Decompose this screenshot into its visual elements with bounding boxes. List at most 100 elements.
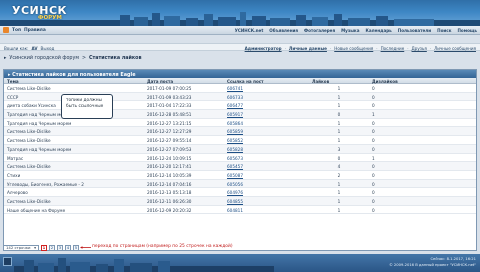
page-2[interactable]: 2	[49, 244, 55, 251]
row-topic[interactable]: Система Like-Dislike	[4, 197, 144, 205]
breadcrumb-arrow-icon: ▸	[4, 56, 7, 61]
logo-sub-text: ФОРУМ	[38, 15, 62, 21]
table-row: Система Like-Dislike 2016-12-20 12:17:41 6…	[4, 162, 476, 171]
nav-left: Топ Правила	[3, 27, 46, 33]
nav-link-rules[interactable]: Правила	[24, 28, 46, 33]
row-post-link[interactable]: 604855	[227, 199, 243, 204]
recent-link[interactable]: Последние	[381, 46, 405, 51]
row-topic[interactable]: Система Like-Dislike	[4, 136, 144, 144]
rss-icon[interactable]	[3, 27, 9, 33]
row-post-link[interactable]: 606741	[227, 86, 243, 91]
breadcrumb-separator: >	[81, 56, 86, 61]
row-date: 2016-12-28 05:48:51	[147, 112, 192, 118]
row-likes: 1	[337, 198, 341, 204]
breadcrumb-forum[interactable]: Усинский городской форум	[9, 56, 79, 61]
row-topic[interactable]: Трагедия над Черным морем	[4, 119, 144, 127]
new-posts-link[interactable]: Новые сообщения	[334, 46, 373, 51]
greeting-label: Вошли как:	[4, 45, 29, 51]
panel-title-text: Статистика лайков для пользователя Eagle	[12, 71, 136, 78]
row-topic[interactable]: Алчерово	[4, 188, 144, 196]
col-date: Дата поста	[147, 79, 174, 84]
row-post-link[interactable]: 605457	[227, 164, 243, 169]
breadcrumb-current: Статистика лайков	[88, 56, 142, 61]
row-dislikes: 1	[372, 112, 375, 118]
row-topic[interactable]: Система Like-Dislike	[4, 162, 144, 170]
row-topic[interactable]: Система Like-Dislike	[4, 127, 144, 135]
profile-link[interactable]: Личные данные	[289, 46, 327, 51]
top-nav: Топ Правила УСИНСК.net Объявления Фотога…	[0, 26, 480, 35]
row-post-link[interactable]: 605673	[227, 156, 243, 161]
panel-title: ▸ Статистика лайков для пользователя Eag…	[4, 70, 476, 78]
row-date: 2016-12-11 06:26:30	[147, 198, 192, 204]
col-dislikes: Дизлайков	[372, 79, 398, 84]
annotation-arrow-icon	[80, 246, 91, 249]
row-post-link[interactable]: 605917	[227, 112, 243, 117]
row-post-link[interactable]: 605864	[227, 121, 243, 126]
nav-link-usinsk[interactable]: УСИНСК.net	[235, 28, 264, 33]
row-date: 2016-12-20 12:17:41	[147, 164, 192, 170]
row-post-link[interactable]: 606477	[227, 103, 243, 108]
admin-link[interactable]: Администратор	[245, 46, 282, 51]
table-row: Углеводы, Биогенез, Рожаемые - 2 2016-12-…	[4, 179, 476, 189]
row-dislikes: 0	[372, 146, 375, 152]
row-date: 2017-01-04 17:22:33	[147, 103, 192, 109]
row-post-link[interactable]: 605056	[227, 182, 243, 187]
nav-link-music[interactable]: Музыка	[341, 28, 359, 33]
table-row: Стихи 2016-12-14 10:05:39 605087 2 0	[4, 171, 476, 180]
page-4[interactable]: 4	[65, 244, 71, 251]
row-likes: 4	[337, 164, 341, 170]
row-topic[interactable]: Стихи	[4, 171, 144, 179]
page-5[interactable]: 5	[73, 244, 79, 251]
row-post-link[interactable]: 604811	[227, 208, 243, 213]
page-1[interactable]: 1	[41, 244, 47, 251]
row-date: 2016-12-27 09:55:14	[147, 138, 192, 144]
row-topic[interactable]: Система Like-Dislike	[4, 84, 144, 92]
row-likes: 0	[337, 155, 341, 161]
nav-link-ads[interactable]: Объявления	[269, 28, 298, 33]
row-post-link[interactable]: 604976	[227, 190, 243, 195]
row-dislikes: 0	[372, 198, 375, 204]
row-topic[interactable]: Наше общение на Форуме	[4, 206, 144, 214]
site-logo[interactable]: УСИНСК ФОРУМ	[8, 2, 78, 24]
row-dislikes: 0	[372, 164, 375, 170]
row-topic[interactable]: Углеводы, Биогенез, Рожаемые - 2	[4, 180, 144, 188]
row-likes: 3	[337, 146, 341, 152]
row-post-link[interactable]: 605087	[227, 173, 243, 178]
pm-link[interactable]: Личные сообщения	[434, 46, 476, 51]
row-post-link[interactable]: 605828	[227, 147, 243, 152]
row-likes: 1	[337, 86, 341, 91]
nav-link-help[interactable]: Помощь	[457, 28, 477, 33]
footer-info: Сейчас: 8.1.2017, 16:21 © 2009-2016 В да…	[389, 257, 476, 268]
footer-logo-icon[interactable]	[3, 257, 12, 266]
user-bar: Вошли как: AV Выход Администратор · Личн…	[0, 43, 480, 51]
row-post-link[interactable]: 605859	[227, 129, 243, 134]
col-likes: Лайков	[312, 79, 330, 84]
row-post-link[interactable]: 606733	[227, 95, 243, 100]
row-date: 2016-12-27 12:27:29	[147, 129, 192, 135]
row-topic[interactable]: Трагедия над Черным морем	[4, 145, 144, 153]
row-likes: 1	[337, 138, 341, 144]
per-page-select[interactable]: 142 строчки ▾	[3, 244, 39, 251]
row-topic[interactable]: Матрас	[4, 154, 144, 162]
user-name[interactable]: AV	[31, 46, 37, 51]
nav-link-gallery[interactable]: Фотогалерея	[304, 28, 335, 33]
row-dislikes: 0	[372, 138, 375, 144]
row-likes: 1	[337, 181, 341, 187]
row-dislikes: 1	[372, 155, 375, 161]
page-3[interactable]: 3	[57, 244, 63, 251]
friends-link[interactable]: Друзья	[412, 46, 427, 51]
row-dislikes: 0	[372, 86, 375, 91]
row-dislikes: 0	[372, 94, 375, 100]
per-page-value: 142 строчки	[6, 245, 31, 250]
nav-link-calendar[interactable]: Календарь	[365, 28, 391, 33]
row-post-link[interactable]: 605852	[227, 138, 243, 143]
nav-link-search[interactable]: Поиск	[437, 28, 451, 33]
table-row: Система Like-Dislike 2016-12-27 09:55:14 6…	[4, 136, 476, 145]
row-likes: 1	[337, 94, 341, 100]
row-likes: 1	[337, 207, 341, 213]
table-row: Матрас 2016-12-24 10:09:15 605673 0 1	[4, 154, 476, 163]
logout-link[interactable]: Выход	[41, 46, 55, 51]
row-likes: 0	[337, 112, 341, 118]
nav-link-users[interactable]: Пользователи	[398, 28, 431, 33]
nav-link-top[interactable]: Топ	[12, 28, 21, 33]
